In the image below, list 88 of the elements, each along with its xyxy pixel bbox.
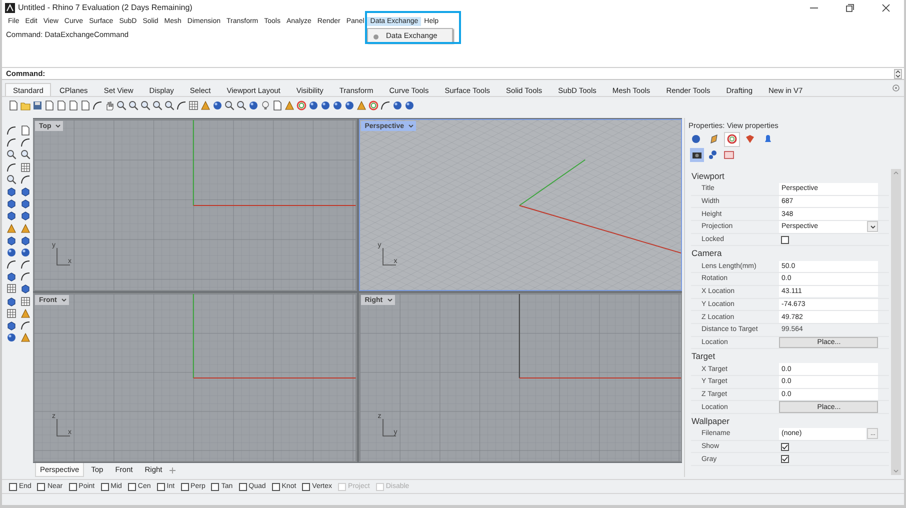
curve-icon[interactable] (6, 162, 17, 173)
caret-icon[interactable] (60, 297, 67, 303)
scroll-arrow-icon[interactable] (894, 68, 902, 78)
grid-icon[interactable] (6, 283, 17, 294)
curve-icon[interactable] (92, 100, 103, 110)
checkbox[interactable] (128, 482, 136, 490)
app-logo-icon (5, 2, 15, 12)
checkbox[interactable] (180, 482, 189, 490)
sphere-icon[interactable] (332, 100, 343, 110)
magnifier-icon[interactable] (128, 100, 139, 110)
properties-tab[interactable] (724, 132, 740, 146)
sphere-icon[interactable] (404, 100, 415, 110)
sphere-icon[interactable] (308, 100, 319, 110)
checkbox[interactable] (302, 482, 310, 490)
checkbox[interactable] (9, 482, 17, 490)
checkbox[interactable] (781, 455, 790, 464)
hand-icon[interactable] (104, 100, 115, 110)
curve-icon[interactable] (176, 100, 187, 110)
magnifier-icon[interactable] (164, 100, 175, 110)
magnifier-icon[interactable] (236, 100, 247, 110)
spheres-icon (707, 149, 720, 161)
sphere-icon[interactable] (320, 100, 331, 110)
sphere-icon[interactable] (212, 100, 223, 110)
grid-icon[interactable] (6, 308, 17, 319)
checkbox[interactable] (68, 482, 77, 490)
section-title: Target (691, 350, 716, 364)
frame-icon (723, 149, 736, 161)
curve-icon[interactable] (20, 137, 31, 148)
checkbox[interactable] (37, 482, 46, 490)
caret-icon[interactable] (408, 123, 414, 129)
view-subtab[interactable] (690, 148, 704, 162)
section-title: Camera (691, 247, 723, 260)
color-wheel-icon (726, 133, 738, 145)
document-icon[interactable] (80, 100, 91, 110)
sphere-icon (690, 133, 702, 145)
color-wheel-icon[interactable] (368, 100, 379, 110)
curve-icon[interactable] (20, 271, 31, 282)
maximize-icon[interactable] (846, 4, 854, 12)
curve-icon[interactable] (380, 100, 391, 110)
axis-icon (56, 248, 70, 266)
checkbox[interactable] (781, 236, 790, 244)
document-icon[interactable] (272, 100, 283, 110)
curve-icon[interactable] (6, 125, 17, 136)
sphere-icon[interactable] (344, 100, 355, 110)
section-title: Viewport (691, 170, 726, 183)
checkbox[interactable] (211, 482, 220, 490)
caret-icon[interactable] (386, 297, 393, 303)
close-icon[interactable] (882, 4, 890, 12)
document-icon[interactable] (20, 125, 31, 136)
checkbox[interactable] (100, 482, 109, 490)
curve-icon[interactable] (20, 320, 31, 331)
caret-icon[interactable] (55, 123, 62, 129)
magnifier-icon[interactable] (140, 100, 151, 110)
magnifier-icon[interactable] (20, 149, 31, 160)
sphere-icon[interactable] (6, 246, 17, 258)
curve-icon[interactable] (6, 137, 17, 148)
magnifier-icon[interactable] (224, 100, 235, 110)
checkbox[interactable] (272, 482, 280, 490)
sphere-icon[interactable] (392, 100, 403, 110)
axis-icon (382, 419, 396, 437)
curve-icon[interactable] (6, 259, 17, 270)
magnifier-icon[interactable] (116, 100, 127, 110)
section-title: Wallpaper (691, 415, 730, 428)
sphere-icon[interactable] (6, 332, 17, 344)
magnifier-icon[interactable] (6, 149, 17, 160)
checkbox[interactable] (238, 482, 247, 490)
magnifier-icon[interactable] (6, 174, 17, 185)
window-title: Untitled - Rhino 7 Evaluation (2 Days Remaining) (18, 3, 192, 12)
color-wheel-icon[interactable] (296, 100, 307, 110)
sphere-icon[interactable] (248, 100, 259, 110)
document-icon[interactable] (8, 100, 19, 110)
magnifier-icon[interactable] (152, 100, 163, 110)
sphere-icon[interactable] (20, 246, 31, 258)
document-icon[interactable] (44, 100, 55, 110)
caret-icon (870, 224, 876, 230)
document-icon[interactable] (68, 100, 79, 110)
curve-icon[interactable] (20, 259, 31, 270)
grid-icon[interactable] (20, 296, 31, 307)
checkbox[interactable] (156, 482, 165, 490)
grid-icon[interactable] (20, 162, 31, 173)
document-icon[interactable] (56, 100, 67, 110)
checkbox[interactable] (781, 442, 790, 451)
grid-icon[interactable] (188, 100, 199, 110)
curve-icon[interactable] (20, 174, 31, 185)
lightbulb-icon[interactable] (260, 100, 271, 110)
settings-icon[interactable] (892, 84, 900, 92)
axis-icon (382, 248, 396, 266)
axis-icon (56, 419, 70, 437)
